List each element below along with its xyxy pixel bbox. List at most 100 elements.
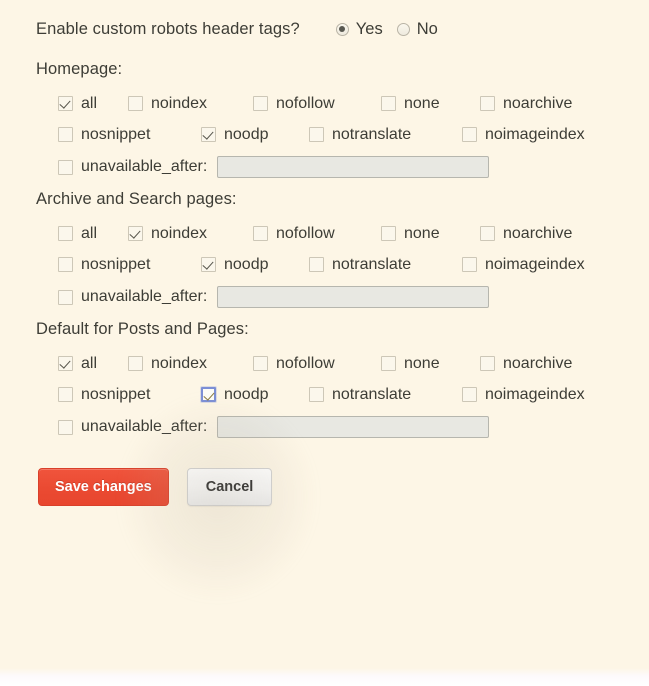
checkbox-default-noimageindex[interactable]: noimageindex bbox=[462, 386, 602, 404]
checkbox-label[interactable]: noimageindex bbox=[485, 386, 585, 404]
checkbox-label[interactable]: nofollow bbox=[276, 355, 335, 373]
checkbox-label[interactable]: all bbox=[81, 355, 97, 373]
checkbox-homepage-notranslate[interactable]: notranslate bbox=[309, 126, 462, 144]
checkbox-label[interactable]: noodp bbox=[224, 386, 269, 404]
checkbox-icon[interactable] bbox=[128, 96, 143, 111]
checkbox-label[interactable]: nofollow bbox=[276, 95, 335, 113]
checkbox-default-all[interactable]: all bbox=[58, 355, 128, 373]
checkbox-label[interactable]: noarchive bbox=[503, 95, 572, 113]
checkbox-label[interactable]: noindex bbox=[151, 95, 207, 113]
checkbox-icon[interactable] bbox=[462, 127, 477, 142]
checkbox-icon[interactable] bbox=[381, 226, 396, 241]
checkbox-homepage-noodp[interactable]: noodp bbox=[201, 126, 309, 144]
checkbox-label[interactable]: nosnippet bbox=[81, 256, 150, 274]
checkbox-homepage-noindex[interactable]: noindex bbox=[128, 95, 253, 113]
checkbox-homepage-nosnippet[interactable]: nosnippet bbox=[58, 126, 201, 144]
checkbox-icon[interactable] bbox=[58, 257, 73, 272]
checkbox-default-none[interactable]: none bbox=[381, 355, 480, 373]
checkbox-default-nofollow[interactable]: nofollow bbox=[253, 355, 381, 373]
checkbox-archive-noodp[interactable]: noodp bbox=[201, 256, 309, 274]
checkbox-archive-unavailable-after[interactable]: unavailable_after: bbox=[58, 288, 217, 306]
checkbox-homepage-noarchive[interactable]: noarchive bbox=[480, 95, 600, 113]
checkbox-icon[interactable] bbox=[201, 387, 216, 402]
archive-unavailable-after-input[interactable] bbox=[217, 286, 490, 308]
checkbox-icon[interactable] bbox=[309, 257, 324, 272]
cancel-button[interactable]: Cancel bbox=[186, 468, 273, 506]
checkbox-icon[interactable] bbox=[253, 356, 268, 371]
checkbox-icon[interactable] bbox=[462, 387, 477, 402]
checkbox-default-noarchive[interactable]: noarchive bbox=[480, 355, 600, 373]
checkbox-default-unavailable-after[interactable]: unavailable_after: bbox=[58, 418, 217, 436]
checkbox-archive-noimageindex[interactable]: noimageindex bbox=[462, 256, 602, 274]
radio-no-icon[interactable] bbox=[396, 22, 410, 36]
radio-option-yes[interactable]: Yes bbox=[335, 20, 383, 39]
checkbox-homepage-noimageindex[interactable]: noimageindex bbox=[462, 126, 602, 144]
checkbox-label[interactable]: unavailable_after: bbox=[81, 288, 207, 306]
checkbox-archive-notranslate[interactable]: notranslate bbox=[309, 256, 462, 274]
radio-no-label[interactable]: No bbox=[417, 20, 438, 39]
checkbox-icon[interactable] bbox=[309, 127, 324, 142]
checkbox-icon[interactable] bbox=[480, 226, 495, 241]
checkbox-icon[interactable] bbox=[58, 289, 73, 305]
radio-yes-icon[interactable] bbox=[335, 22, 349, 36]
checkbox-label[interactable]: unavailable_after: bbox=[81, 418, 207, 436]
checkbox-icon[interactable] bbox=[309, 387, 324, 402]
checkbox-label[interactable]: none bbox=[404, 95, 440, 113]
checkbox-archive-nosnippet[interactable]: nosnippet bbox=[58, 256, 201, 274]
checkbox-icon[interactable] bbox=[128, 226, 143, 241]
checkbox-label[interactable]: notranslate bbox=[332, 256, 411, 274]
checkbox-homepage-unavailable-after[interactable]: unavailable_after: bbox=[58, 158, 217, 176]
checkbox-homepage-all[interactable]: all bbox=[58, 95, 128, 113]
checkbox-label[interactable]: noindex bbox=[151, 355, 207, 373]
checkbox-label[interactable]: noimageindex bbox=[485, 126, 585, 144]
checkbox-default-noodp[interactable]: noodp bbox=[201, 386, 309, 404]
checkbox-label[interactable]: none bbox=[404, 355, 440, 373]
checkbox-archive-noarchive[interactable]: noarchive bbox=[480, 225, 600, 243]
checkbox-icon[interactable] bbox=[480, 356, 495, 371]
checkbox-label[interactable]: nosnippet bbox=[81, 126, 150, 144]
checkbox-icon[interactable] bbox=[381, 96, 396, 111]
default-unavailable-after-input[interactable] bbox=[217, 416, 490, 438]
checkbox-icon[interactable] bbox=[58, 356, 73, 371]
radio-yes-label[interactable]: Yes bbox=[356, 20, 383, 39]
checkbox-label[interactable]: noarchive bbox=[503, 225, 572, 243]
checkbox-icon[interactable] bbox=[58, 419, 73, 435]
checkbox-icon[interactable] bbox=[58, 387, 73, 402]
checkbox-icon[interactable] bbox=[462, 257, 477, 272]
checkbox-archive-none[interactable]: none bbox=[381, 225, 480, 243]
checkbox-icon[interactable] bbox=[58, 96, 73, 111]
checkbox-default-notranslate[interactable]: notranslate bbox=[309, 386, 462, 404]
checkbox-label[interactable]: noindex bbox=[151, 225, 207, 243]
checkbox-icon[interactable] bbox=[201, 257, 216, 272]
checkbox-label[interactable]: noodp bbox=[224, 256, 269, 274]
checkbox-label[interactable]: none bbox=[404, 225, 440, 243]
checkbox-icon[interactable] bbox=[201, 127, 216, 142]
homepage-unavailable-after-input[interactable] bbox=[217, 156, 490, 178]
checkbox-label[interactable]: all bbox=[81, 225, 97, 243]
checkbox-archive-noindex[interactable]: noindex bbox=[128, 225, 253, 243]
checkbox-label[interactable]: notranslate bbox=[332, 386, 411, 404]
radio-option-no[interactable]: No bbox=[396, 20, 438, 39]
checkbox-label[interactable]: unavailable_after: bbox=[81, 158, 207, 176]
checkbox-label[interactable]: nosnippet bbox=[81, 386, 150, 404]
checkbox-archive-all[interactable]: all bbox=[58, 225, 128, 243]
checkbox-homepage-none[interactable]: none bbox=[381, 95, 480, 113]
checkbox-archive-nofollow[interactable]: nofollow bbox=[253, 225, 381, 243]
checkbox-default-noindex[interactable]: noindex bbox=[128, 355, 253, 373]
checkbox-icon[interactable] bbox=[58, 226, 73, 241]
checkbox-label[interactable]: notranslate bbox=[332, 126, 411, 144]
checkbox-icon[interactable] bbox=[253, 96, 268, 111]
checkbox-homepage-nofollow[interactable]: nofollow bbox=[253, 95, 381, 113]
checkbox-label[interactable]: noodp bbox=[224, 126, 269, 144]
save-changes-button[interactable]: Save changes bbox=[38, 468, 169, 506]
checkbox-icon[interactable] bbox=[58, 159, 73, 175]
checkbox-icon[interactable] bbox=[128, 356, 143, 371]
checkbox-label[interactable]: noarchive bbox=[503, 355, 572, 373]
checkbox-icon[interactable] bbox=[381, 356, 396, 371]
checkbox-label[interactable]: nofollow bbox=[276, 225, 335, 243]
checkbox-icon[interactable] bbox=[480, 96, 495, 111]
checkbox-icon[interactable] bbox=[253, 226, 268, 241]
enable-radio-group[interactable]: Yes No bbox=[335, 20, 452, 39]
checkbox-label[interactable]: noimageindex bbox=[485, 256, 585, 274]
checkbox-default-nosnippet[interactable]: nosnippet bbox=[58, 386, 201, 404]
